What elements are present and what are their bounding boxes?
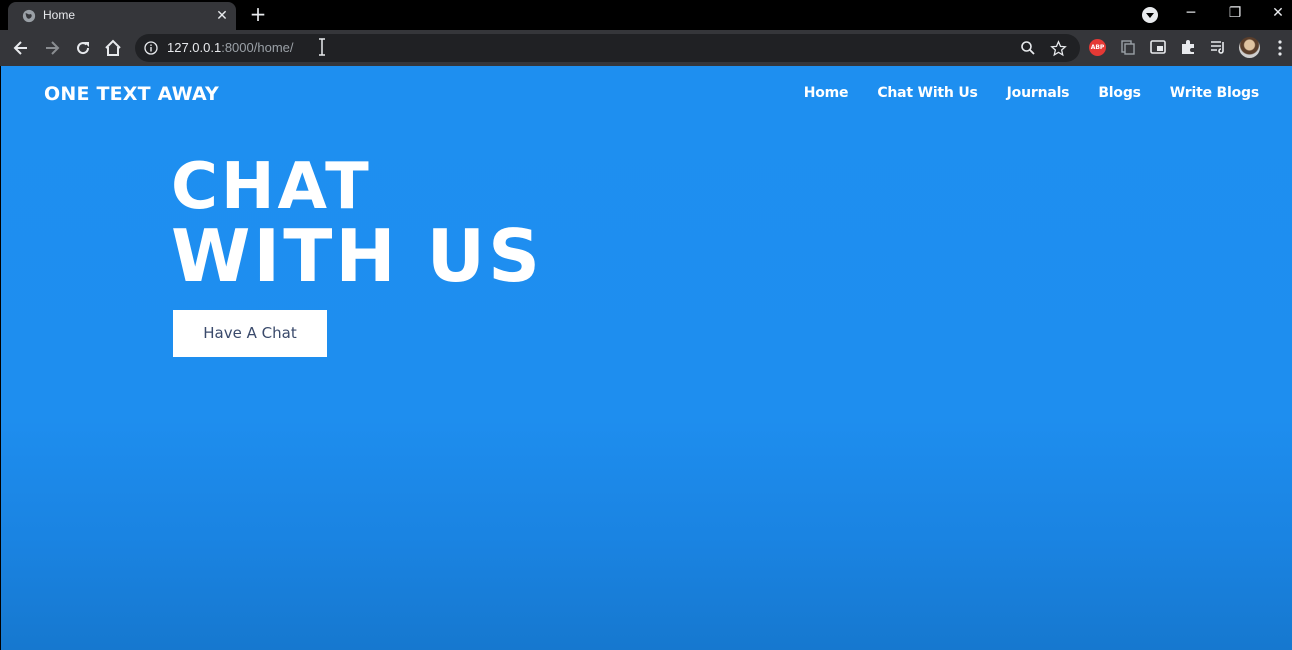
browser-toolbar: 127.0.0.1:8000/home/ ABP [0,30,1292,66]
browser-tabstrip: Home ✕ + ─ ❐ ✕ [0,0,1292,30]
adblock-icon[interactable]: ABP [1089,39,1106,56]
kebab-menu-icon[interactable] [1275,39,1285,57]
home-icon[interactable] [103,38,123,58]
forward-icon[interactable] [42,38,62,58]
close-window-button[interactable]: ✕ [1268,3,1288,23]
new-tab-button[interactable]: + [248,4,268,25]
hero-heading-line1: CHAT [171,150,372,224]
back-icon[interactable] [11,38,31,58]
site-logo[interactable]: ONE TEXT AWAY [44,83,219,105]
puzzle-icon[interactable] [1179,38,1197,56]
main-nav: Home Chat With Us Journals Blogs Write B… [775,85,1259,101]
nav-item-blogs[interactable]: Blogs [1098,85,1141,101]
text-cursor-icon [319,38,325,56]
avatar[interactable] [1239,37,1260,58]
have-a-chat-button[interactable]: Have A Chat [173,310,327,357]
minimize-button[interactable]: ─ [1181,3,1201,23]
tab-close-icon[interactable]: ✕ [214,8,230,24]
star-icon[interactable] [1050,40,1067,57]
info-icon[interactable] [144,41,158,55]
nav-item-journals[interactable]: Journals [1007,85,1070,101]
reading-list-icon[interactable] [1209,38,1227,56]
url-path: :8000/home/ [221,40,294,55]
browser-tab[interactable]: Home ✕ [8,2,236,30]
tab-search-icon[interactable] [1142,7,1158,23]
restore-button[interactable]: ❐ [1225,3,1245,23]
zoom-icon[interactable] [1020,40,1036,56]
url-text: 127.0.0.1:8000/home/ [167,40,294,55]
copy-extension-icon[interactable] [1119,38,1137,56]
tab-title: Home [43,8,76,22]
nav-item-write-blogs[interactable]: Write Blogs [1170,85,1259,101]
nav-item-home[interactable]: Home [804,85,849,101]
page-viewport: ONE TEXT AWAY Home Chat With Us Journals… [1,66,1292,650]
globe-icon [22,9,36,23]
url-host: 127.0.0.1 [167,40,222,55]
hero-heading-line2: WITH US [171,214,543,298]
nav-item-chat-with-us[interactable]: Chat With Us [877,85,978,101]
reload-icon[interactable] [73,38,93,58]
cast-icon[interactable] [1149,38,1167,56]
address-bar[interactable]: 127.0.0.1:8000/home/ [135,34,1080,62]
